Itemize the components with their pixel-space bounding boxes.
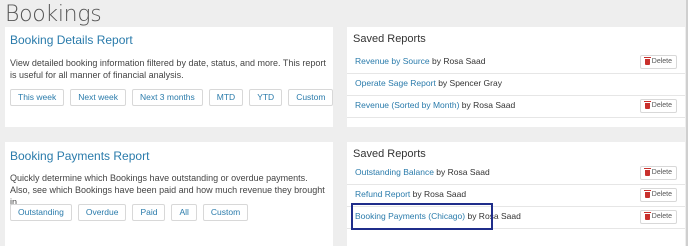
- booking-details-custom-button[interactable]: Custom: [288, 89, 334, 106]
- highlight-box: [351, 203, 493, 230]
- delete-label: Delete: [651, 213, 672, 220]
- booking-details-next-3-months-button[interactable]: Next 3 months: [131, 89, 203, 106]
- booking-payments-outstanding-button[interactable]: Outstanding: [10, 204, 72, 221]
- booking-payments-custom-button[interactable]: Custom: [202, 204, 249, 221]
- saved-report-name: Revenue (Sorted by Month) by Rosa Saad: [355, 100, 515, 110]
- booking-payments-card: Booking Payments Report Quickly determin…: [5, 142, 333, 246]
- saved-report-row: Outstanding Balance by Rosa Saad Delete: [347, 163, 685, 185]
- trash-icon: [643, 101, 651, 109]
- saved-report-author: by Rosa Saad: [436, 167, 490, 177]
- booking-details-mtd-button[interactable]: MTD: [208, 89, 244, 106]
- saved-report-name: Outstanding Balance by Rosa Saad: [355, 167, 490, 177]
- delete-button[interactable]: Delete: [639, 166, 677, 180]
- trash-icon: [643, 168, 651, 176]
- delete-button[interactable]: Delete: [639, 210, 677, 224]
- delete-button[interactable]: Delete: [639, 99, 677, 113]
- saved-report-link[interactable]: Refund Report: [355, 189, 410, 199]
- saved-report-row: Revenue (Sorted by Month) by Rosa Saad De…: [347, 96, 685, 118]
- saved-reports-top-card: Saved Reports Revenue by Source by Rosa …: [347, 27, 685, 127]
- saved-reports-bottom-title: Saved Reports: [353, 148, 426, 160]
- trash-icon: [643, 57, 651, 65]
- delete-button[interactable]: Delete: [639, 188, 677, 202]
- saved-report-link[interactable]: Revenue (Sorted by Month): [355, 100, 459, 110]
- saved-report-link[interactable]: Outstanding Balance: [355, 167, 434, 177]
- page-title: Bookings: [5, 2, 102, 27]
- delete-label: Delete: [651, 102, 672, 109]
- saved-report-row: Operate Sage Report by Spencer Gray: [347, 74, 685, 96]
- saved-reports-bottom-card: Saved Reports Outstanding Balance by Ros…: [347, 142, 685, 246]
- saved-report-link[interactable]: Revenue by Source: [355, 56, 430, 66]
- trash-icon: [643, 212, 651, 220]
- booking-payments-filter-buttons: Outstanding Overdue Paid All Custom: [10, 204, 249, 221]
- saved-report-author: by Rosa Saad: [432, 56, 486, 66]
- booking-payments-all-button[interactable]: All: [171, 204, 197, 221]
- booking-details-filter-buttons: This week Next week Next 3 months MTD YTD Cus…: [10, 89, 334, 106]
- saved-reports-top-title: Saved Reports: [353, 33, 426, 45]
- saved-report-row: Revenue by Source by Rosa Saad Delete: [347, 52, 685, 74]
- booking-payments-paid-button[interactable]: Paid: [132, 204, 166, 221]
- booking-details-title[interactable]: Booking Details Report: [10, 33, 133, 47]
- booking-payments-description: Quickly determine which Bookings have ou…: [10, 173, 325, 207]
- booking-details-next-week-button[interactable]: Next week: [70, 89, 126, 106]
- saved-report-author: by Rosa Saad: [412, 189, 467, 199]
- saved-report-name: Revenue by Source by Rosa Saad: [355, 56, 485, 66]
- saved-report-name: Operate Sage Report by Spencer Gray: [355, 78, 502, 88]
- delete-label: Delete: [651, 58, 672, 65]
- delete-label: Delete: [651, 191, 672, 198]
- booking-details-this-week-button[interactable]: This week: [10, 89, 65, 106]
- delete-label: Delete: [651, 169, 672, 176]
- saved-report-name: Refund Report by Rosa Saad: [355, 189, 466, 199]
- saved-report-link[interactable]: Operate Sage Report: [355, 78, 436, 88]
- booking-details-card: Booking Details Report View detailed boo…: [5, 27, 334, 127]
- booking-details-ytd-button[interactable]: YTD: [249, 89, 283, 106]
- booking-details-description: View detailed booking information filter…: [10, 58, 326, 80]
- trash-icon: [643, 190, 651, 198]
- booking-payments-overdue-button[interactable]: Overdue: [77, 204, 127, 221]
- saved-report-author: by Spencer Gray: [438, 78, 502, 88]
- saved-reports-top-list: Revenue by Source by Rosa Saad Delete Oper…: [347, 52, 685, 127]
- booking-payments-title[interactable]: Booking Payments Report: [10, 149, 149, 163]
- delete-button[interactable]: Delete: [639, 55, 677, 69]
- saved-report-author: by Rosa Saad: [461, 100, 516, 110]
